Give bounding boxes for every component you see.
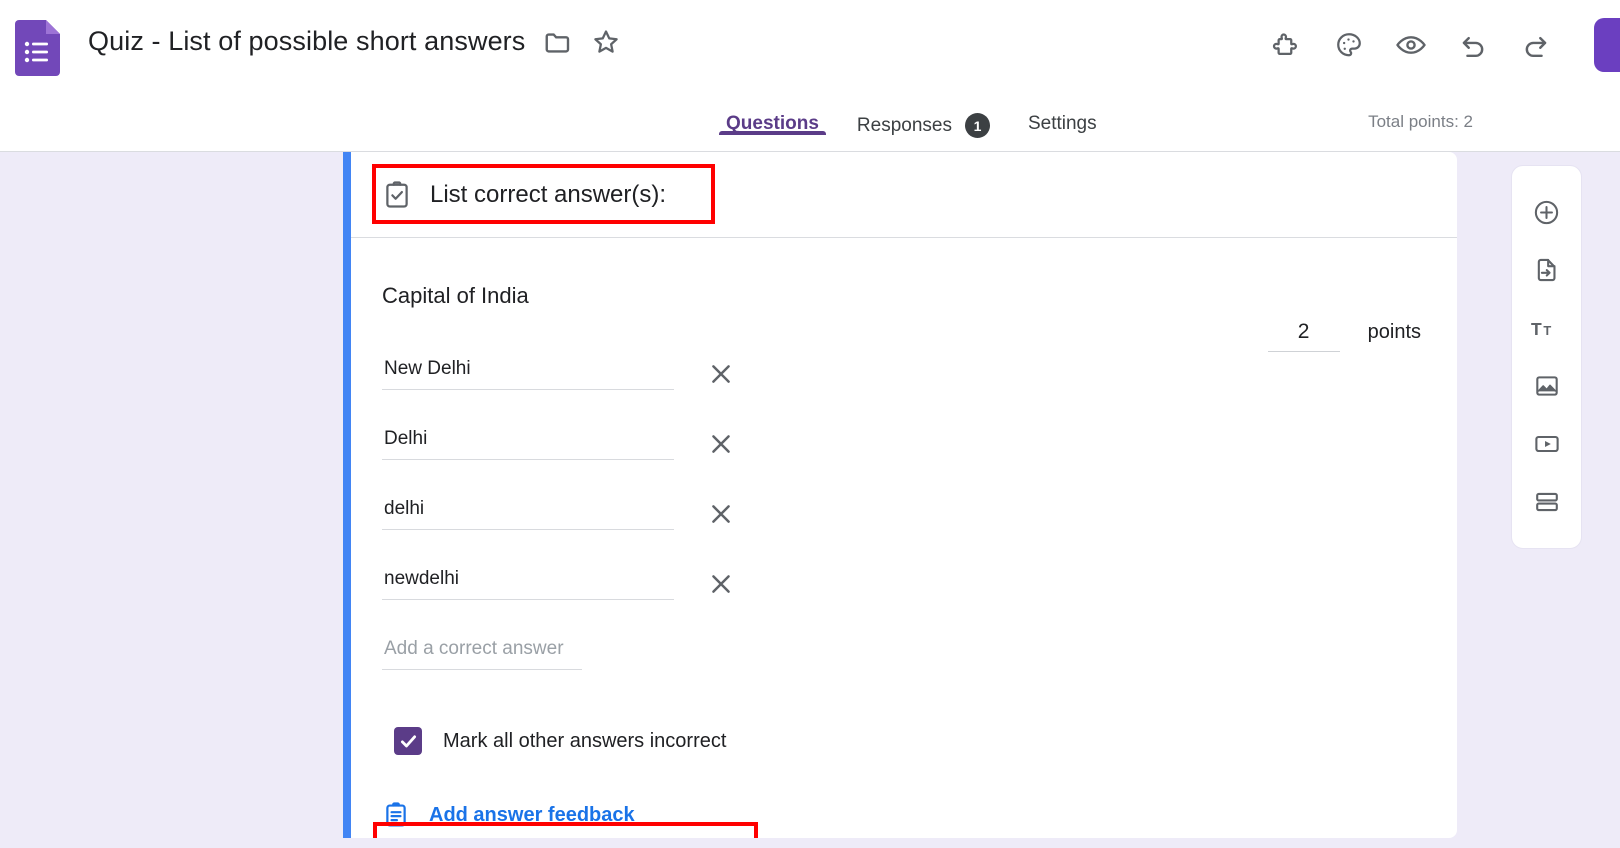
svg-text:T: T bbox=[1543, 323, 1551, 338]
theme-palette-icon[interactable] bbox=[1332, 28, 1366, 62]
google-forms-editor: Quiz - List of possible short answers Qu… bbox=[0, 0, 1620, 848]
points-label: points bbox=[1367, 321, 1421, 343]
add-video-icon[interactable] bbox=[1522, 415, 1572, 473]
responses-count-badge: 1 bbox=[964, 113, 990, 138]
question-card: List correct answer(s): Capital of India… bbox=[343, 152, 1457, 838]
google-forms-icon[interactable] bbox=[14, 20, 60, 76]
mark-incorrect-label: Mark all other answers incorrect bbox=[443, 729, 727, 752]
redo-icon[interactable] bbox=[1518, 28, 1552, 62]
import-questions-icon[interactable] bbox=[1522, 241, 1572, 299]
add-ons-icon[interactable] bbox=[1270, 28, 1304, 62]
add-image-icon[interactable] bbox=[1522, 357, 1572, 415]
close-x-icon[interactable] bbox=[704, 357, 738, 391]
question-title: Capital of India bbox=[382, 283, 529, 308]
correct-answer-row bbox=[382, 409, 1426, 479]
add-title-description-icon[interactable]: T T bbox=[1522, 299, 1572, 357]
send-button[interactable] bbox=[1594, 18, 1620, 72]
tab-questions[interactable]: Questions bbox=[707, 94, 838, 135]
document-title-area: Quiz - List of possible short answers bbox=[88, 26, 621, 57]
close-x-icon[interactable] bbox=[704, 567, 738, 601]
tab-responses-label: Responses bbox=[856, 114, 952, 136]
add-answer-feedback-button[interactable]: Add answer feedback bbox=[382, 801, 1426, 829]
add-question-icon[interactable] bbox=[1522, 183, 1572, 241]
mark-incorrect-checkbox[interactable] bbox=[394, 727, 422, 755]
points-input[interactable] bbox=[1267, 320, 1340, 352]
add-correct-answer-input[interactable] bbox=[382, 638, 582, 670]
add-answer-feedback-label: Add answer feedback bbox=[429, 803, 635, 826]
correct-answer-input[interactable] bbox=[382, 498, 674, 530]
clipboard-check-icon bbox=[382, 180, 412, 210]
add-section-icon[interactable] bbox=[1522, 473, 1572, 531]
close-x-icon[interactable] bbox=[704, 427, 738, 461]
tab-settings[interactable]: Settings bbox=[1009, 94, 1116, 135]
question-title-row: Capital of India bbox=[382, 283, 1426, 309]
correct-answer-input[interactable] bbox=[382, 568, 674, 600]
add-correct-answer-row bbox=[382, 619, 1426, 689]
answer-key-label: List correct answer(s): bbox=[430, 180, 667, 208]
form-editor-canvas: List correct answer(s): Capital of India… bbox=[0, 152, 1620, 848]
total-points-label: Total points: 2 bbox=[1368, 112, 1473, 131]
correct-answers-list bbox=[382, 339, 1426, 689]
add-item-toolbar: T T bbox=[1511, 165, 1582, 549]
tab-settings-label: Settings bbox=[1027, 113, 1097, 134]
undo-icon[interactable] bbox=[1456, 28, 1490, 62]
top-bar: Quiz - List of possible short answers bbox=[0, 0, 1620, 94]
svg-text:T: T bbox=[1531, 319, 1542, 339]
correct-answer-row bbox=[382, 549, 1426, 619]
mark-all-other-incorrect-row[interactable]: Mark all other answers incorrect bbox=[382, 721, 1426, 761]
star-icon[interactable] bbox=[591, 27, 621, 57]
folder-icon[interactable] bbox=[543, 27, 573, 57]
points-control: points bbox=[1267, 320, 1421, 352]
correct-answer-input[interactable] bbox=[382, 358, 674, 390]
close-x-icon[interactable] bbox=[704, 497, 738, 531]
preview-eye-icon[interactable] bbox=[1394, 28, 1428, 62]
page-title[interactable]: Quiz - List of possible short answers bbox=[88, 26, 525, 57]
correct-answer-row bbox=[382, 479, 1426, 549]
tab-questions-label: Questions bbox=[726, 113, 819, 134]
top-bar-actions bbox=[1270, 18, 1620, 72]
correct-answer-input[interactable] bbox=[382, 428, 674, 460]
feedback-clipboard-icon bbox=[382, 801, 410, 829]
answer-key-header: List correct answer(s): bbox=[351, 152, 1457, 238]
tab-responses[interactable]: Responses 1 bbox=[838, 94, 1009, 138]
question-body: Capital of India points bbox=[351, 283, 1457, 829]
tabs: Questions Responses 1 Settings bbox=[707, 94, 1116, 152]
